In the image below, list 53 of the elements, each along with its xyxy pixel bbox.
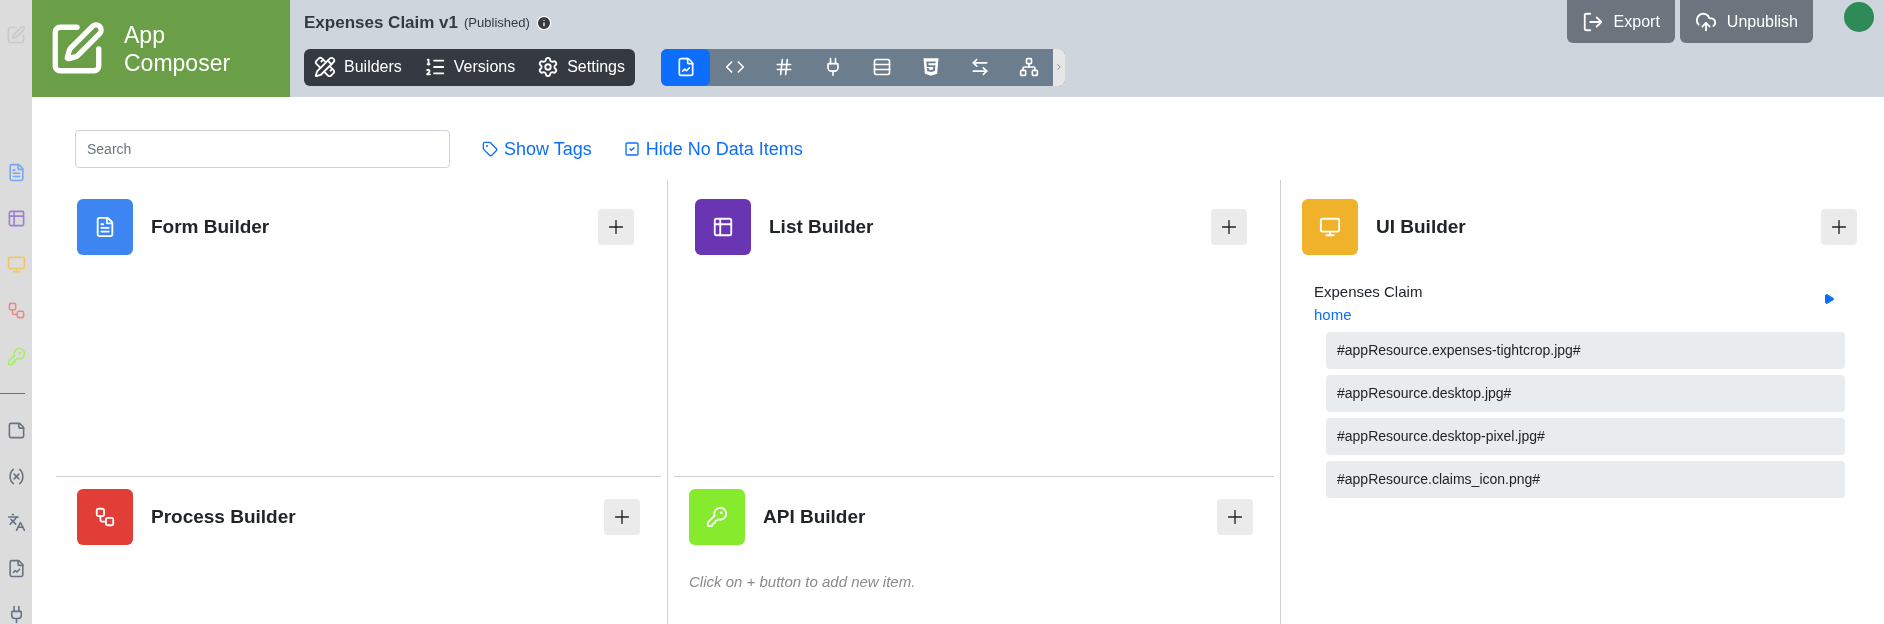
empty-hint: Click on + button to add new item. — [689, 572, 917, 592]
resource-item[interactable]: #appResource.claims_icon.png# — [1326, 461, 1845, 498]
chart-file-icon[interactable] — [6, 559, 26, 578]
builder-title: Form Builder — [151, 214, 270, 239]
app-status: (Published) — [464, 14, 530, 32]
builder-title: UI Builder — [1376, 214, 1466, 239]
app-name: Expenses Claim — [1314, 282, 1423, 302]
workflow-icon[interactable] — [6, 301, 26, 320]
page-link[interactable]: home — [1314, 303, 1423, 326]
workflow-icon — [94, 506, 116, 528]
resource-item[interactable]: #appResource.expenses-tightcrop.jpg# — [1326, 332, 1845, 369]
brand-name: App Composer — [124, 20, 232, 77]
add-button[interactable] — [598, 209, 634, 245]
ruler-pencil-icon — [314, 56, 336, 78]
builder-title: Process Builder — [151, 504, 296, 529]
cloud-upload-icon — [1694, 10, 1717, 33]
hide-no-data-button[interactable]: Hide No Data Items — [623, 135, 803, 163]
app-title: Expenses Claim v1 — [304, 12, 459, 34]
builder-title: List Builder — [769, 214, 874, 239]
tool-tab[interactable] — [661, 48, 710, 86]
add-button[interactable] — [1217, 499, 1253, 535]
table-icon — [712, 216, 734, 238]
add-button[interactable] — [604, 499, 640, 535]
translate-icon[interactable] — [6, 513, 26, 532]
sitemap-icon — [1018, 57, 1039, 77]
builder-title: API Builder — [763, 504, 866, 529]
tag-icon — [482, 141, 498, 157]
document-icon — [94, 216, 116, 238]
nav-button[interactable]: Builders — [314, 55, 402, 79]
play-icon[interactable] — [1823, 293, 1835, 305]
numbered-list-icon — [423, 56, 446, 78]
info-icon[interactable] — [535, 14, 552, 31]
search-field[interactable]: Search — [75, 130, 450, 168]
table-icon[interactable] — [6, 209, 26, 228]
nav-button[interactable]: Settings — [537, 55, 625, 79]
note-icon[interactable] — [6, 421, 26, 440]
resource-item[interactable]: #appResource.desktop.jpg# — [1326, 375, 1845, 412]
checkbox-icon — [623, 141, 640, 157]
exit-icon — [1581, 10, 1604, 33]
show-tags-button[interactable]: Show Tags — [482, 135, 592, 163]
chevron-icon — [1054, 62, 1064, 72]
variable-icon[interactable] — [6, 467, 26, 486]
monitor-icon — [1319, 216, 1341, 238]
key-icon — [706, 506, 728, 528]
action-button[interactable]: Export — [1566, 0, 1675, 43]
add-button[interactable] — [1211, 209, 1247, 245]
nav-button[interactable]: Versions — [423, 55, 516, 79]
avatar[interactable] — [1844, 2, 1874, 32]
rows-icon — [871, 57, 892, 77]
resource-item[interactable]: #appResource.desktop-pixel.jpg# — [1326, 418, 1845, 455]
add-button[interactable] — [1821, 209, 1857, 245]
settings-icon — [537, 56, 560, 78]
action-button[interactable]: Unpublish — [1679, 0, 1813, 43]
